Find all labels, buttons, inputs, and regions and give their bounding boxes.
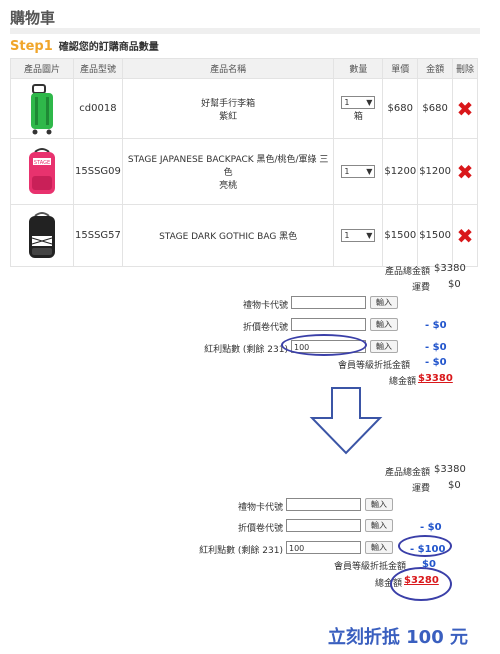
delete-cell: ✖	[452, 78, 478, 139]
shipping-label: 運費	[411, 484, 430, 494]
member-discount-label: 會員等級折抵金額	[337, 361, 410, 371]
delete-x-icon[interactable]: ✖	[457, 97, 474, 121]
coupon-input[interactable]	[291, 318, 366, 331]
product-model: 15SSG57	[73, 204, 123, 267]
product-name[interactable]: STAGE DARK GOTHIC BAG 黑色	[121, 204, 335, 267]
delete-x-icon[interactable]: ✖	[457, 160, 474, 184]
product-image-cell[interactable]	[10, 204, 74, 267]
product-variant: 亮桃	[219, 181, 238, 191]
qty-cell: 1 ▼	[333, 138, 384, 205]
product-name-line: STAGE DARK GOTHIC BAG 黑色	[159, 232, 298, 242]
total-value: $3380	[418, 373, 453, 384]
header-price: 單價	[382, 58, 419, 79]
coupon-apply-button[interactable]: 輸入	[370, 318, 398, 331]
product-variant: 紫紅	[219, 111, 238, 122]
step-heading: Step1 確認您的訂購商品數量	[10, 38, 159, 54]
shipping-label: 運費	[411, 283, 430, 293]
subtotal-value: $3380	[434, 263, 466, 274]
member-discount-value: - $0	[425, 357, 447, 368]
qty-cell: 1 ▼	[333, 204, 384, 267]
svg-text:STAGE: STAGE	[34, 160, 50, 166]
cart-table: 產品圖片 產品型號 產品名稱 數量 單價 金額 刪除 cd0018 好幫手行李箱	[10, 58, 478, 267]
annotation-ellipse	[281, 334, 367, 356]
product-name-line: 色	[223, 168, 233, 178]
coupon-apply-button[interactable]: 輸入	[365, 519, 393, 532]
points-input[interactable]: 100	[286, 541, 361, 554]
annotation-ellipse	[398, 535, 452, 557]
black-backpack-icon[interactable]	[17, 208, 67, 264]
step-number: Step1	[10, 39, 53, 54]
product-name[interactable]: STAGE JAPANESE BACKPACK 黑色/桃色/軍綠 三 色 亮桃	[121, 138, 335, 205]
coupon-discount: - $0	[420, 522, 442, 533]
qty-cell: 1 ▼ 箱	[333, 78, 384, 139]
step-label: 確認您的訂購商品數量	[58, 42, 159, 53]
header-delete: 刪除	[452, 58, 478, 79]
giftcard-label: 禮物卡代號	[237, 503, 283, 513]
coupon-input[interactable]	[286, 519, 361, 532]
line-amount: $1500	[417, 204, 453, 267]
green-suitcase-icon[interactable]	[17, 81, 67, 137]
table-row: STAGE 15SSG09 STAGE JAPANESE BACKPACK 黑色…	[10, 138, 478, 205]
line-amount: $680	[417, 78, 453, 139]
points-apply-button[interactable]: 輸入	[365, 541, 393, 554]
coupon-label: 折價卷代號	[242, 323, 288, 333]
unit-price: $1200	[382, 138, 419, 205]
points-label: 紅利點數 (剩餘 231)	[204, 345, 288, 355]
header-model: 產品型號	[73, 58, 123, 79]
quantity-select[interactable]: 1 ▼	[341, 229, 376, 242]
chevron-down-icon: ▼	[366, 97, 373, 107]
unit-price: $680	[382, 78, 419, 139]
chevron-down-icon: ▼	[366, 167, 373, 176]
page-title: 購物車	[10, 9, 56, 27]
quantity-value: 1	[344, 97, 350, 107]
table-row: 15SSG57 STAGE DARK GOTHIC BAG 黑色 1 ▼ $150…	[10, 204, 478, 267]
coupon-discount: - $0	[425, 320, 447, 331]
qty-unit: 箱	[353, 111, 363, 122]
member-discount-label: 會員等級折抵金額	[333, 562, 406, 572]
quantity-value: 1	[344, 231, 350, 240]
product-model: cd0018	[73, 78, 123, 139]
title-divider	[10, 28, 480, 34]
quantity-select[interactable]: 1 ▼	[341, 165, 376, 178]
subtotal-label: 產品總金額	[384, 468, 430, 478]
subtotal-label: 產品總金額	[384, 267, 430, 277]
giftcard-input[interactable]	[286, 498, 361, 511]
shipping-value: $0	[448, 279, 461, 290]
header-qty: 數量	[333, 58, 384, 79]
giftcard-apply-button[interactable]: 輸入	[365, 498, 393, 511]
arrow-down-icon	[309, 387, 383, 455]
product-image-cell[interactable]	[10, 78, 74, 139]
subtotal-value: $3380	[434, 464, 466, 475]
line-amount: $1200	[417, 138, 453, 205]
product-model: 15SSG09	[73, 138, 123, 205]
unit-price: $1500	[382, 204, 419, 267]
delete-cell: ✖	[452, 204, 478, 267]
quantity-select[interactable]: 1 ▼	[341, 95, 376, 109]
points-label: 紅利點數 (剩餘 231)	[199, 546, 283, 556]
giftcard-input[interactable]	[291, 296, 366, 309]
table-row: cd0018 好幫手行李箱 紫紅 1 ▼ 箱 $680 $680 ✖	[10, 78, 478, 139]
table-header-row: 產品圖片 產品型號 產品名稱 數量 單價 金額 刪除	[10, 58, 478, 79]
quantity-value: 1	[344, 167, 350, 176]
chevron-down-icon: ▼	[366, 231, 373, 240]
points-discount: - $0	[425, 342, 447, 353]
header-name: 產品名稱	[121, 58, 335, 79]
shipping-value: $0	[448, 480, 461, 491]
points-apply-button[interactable]: 輸入	[370, 340, 398, 353]
product-image-cell[interactable]: STAGE	[10, 138, 74, 205]
product-name[interactable]: 好幫手行李箱 紫紅	[121, 78, 335, 139]
giftcard-apply-button[interactable]: 輸入	[370, 296, 398, 309]
delete-cell: ✖	[452, 138, 478, 205]
delete-x-icon[interactable]: ✖	[457, 224, 474, 248]
header-image: 產品圖片	[10, 58, 74, 79]
header-amount: 金額	[417, 58, 453, 79]
product-name-line: 好幫手行李箱	[201, 98, 256, 109]
annotation-ellipse	[390, 567, 452, 601]
pink-backpack-icon[interactable]: STAGE	[17, 144, 67, 200]
product-name-line: STAGE JAPANESE BACKPACK 黑色/桃色/軍綠 三	[127, 155, 329, 165]
coupon-label: 折價卷代號	[237, 524, 283, 534]
discount-caption: 立刻折抵 100 元	[327, 627, 468, 648]
giftcard-label: 禮物卡代號	[242, 301, 288, 311]
